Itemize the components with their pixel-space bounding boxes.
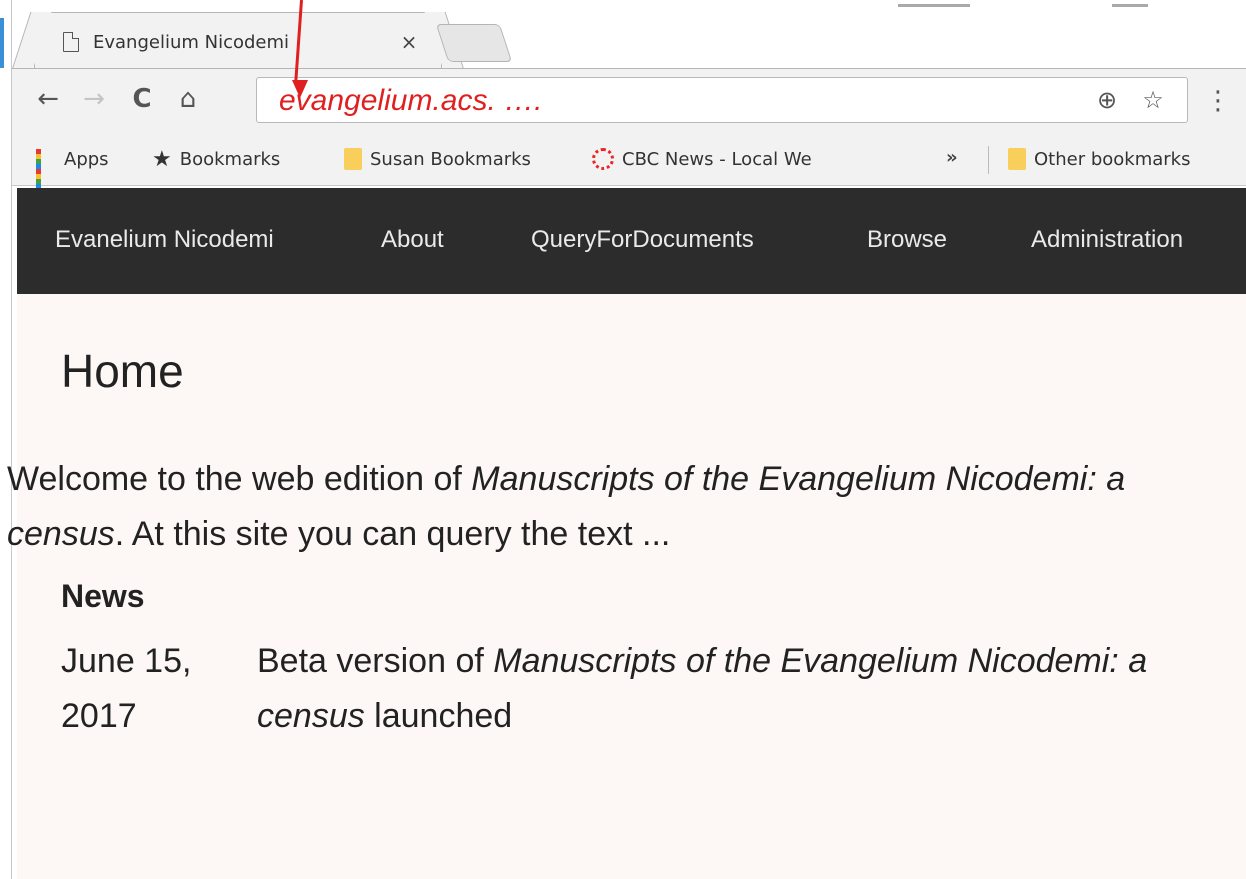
- bookmark-cbc-news[interactable]: CBC News - Local We: [592, 144, 878, 174]
- welcome-prefix: Welcome to the web edition of: [7, 460, 472, 498]
- welcome-text: Welcome to the web edition of Manuscript…: [7, 452, 1243, 562]
- bookmark-label: Susan Bookmarks: [370, 148, 531, 170]
- nav-administration[interactable]: Administration: [1031, 226, 1183, 254]
- window-control-divider: [898, 4, 970, 7]
- apps-grid-icon: [36, 149, 56, 194]
- bookmark-susan[interactable]: Susan Bookmarks: [344, 144, 531, 174]
- bookmark-apps[interactable]: Apps: [36, 144, 109, 194]
- news-text-prefix: Beta version of: [257, 642, 494, 680]
- address-url: evangelium.acs. ….: [279, 84, 543, 117]
- news-text: Beta version of Manuscripts of the Evang…: [257, 634, 1217, 744]
- nav-about[interactable]: About: [381, 226, 444, 254]
- nav-brand[interactable]: Evanelium Nicodemi: [55, 226, 274, 254]
- nav-query-for-documents[interactable]: QueryForDocuments: [531, 226, 754, 254]
- page-icon: [63, 32, 79, 52]
- browser-tab[interactable]: Evangelium Nicodemi ×: [34, 12, 442, 70]
- bookmark-star-icon[interactable]: ☆: [1137, 84, 1169, 116]
- bookmarks-bar: Apps ★ Bookmarks Susan Bookmarks CBC New…: [12, 134, 1246, 194]
- window-control-divider: [1112, 4, 1148, 7]
- window-accent: [0, 18, 4, 68]
- address-bar[interactable]: evangelium.acs. …. ⊕ ☆: [256, 77, 1188, 123]
- folder-icon: [1008, 148, 1026, 170]
- page-title: Home: [61, 345, 184, 397]
- news-text-suffix: launched: [364, 697, 513, 735]
- site-navbar: Evanelium Nicodemi About QueryForDocumen…: [17, 188, 1246, 294]
- nav-browse[interactable]: Browse: [867, 226, 947, 254]
- news-date: June 15, 2017: [61, 642, 192, 735]
- news-heading: News: [61, 578, 145, 614]
- bookmark-label: Bookmarks: [179, 148, 281, 170]
- welcome-suffix: . At this site you can query the text ..…: [114, 515, 671, 553]
- bookmark-label: CBC News - Local We: [622, 148, 812, 170]
- annotation-arrow-head: [292, 80, 308, 98]
- bookmark-label: Other bookmarks: [1034, 148, 1191, 170]
- browser-toolbar: ← → C ⌂ evangelium.acs. …. ⊕ ☆ ⋮: [12, 68, 1246, 134]
- home-icon[interactable]: ⌂: [170, 81, 206, 117]
- zoom-icon[interactable]: ⊕: [1091, 84, 1123, 116]
- tab-strip: Evangelium Nicodemi ×: [12, 0, 1246, 70]
- bookmarks-overflow-icon[interactable]: »: [946, 147, 958, 168]
- bookmarks-divider: [988, 146, 989, 174]
- forward-arrow-icon[interactable]: →: [76, 81, 112, 117]
- back-arrow-icon[interactable]: ←: [30, 81, 66, 117]
- reload-icon[interactable]: C: [124, 81, 160, 117]
- bookmark-bookmarks[interactable]: ★ Bookmarks: [152, 144, 280, 174]
- bookmark-other[interactable]: Other bookmarks: [1008, 144, 1190, 174]
- tab-title: Evangelium Nicodemi: [93, 31, 290, 53]
- page-content: Home Welcome to the web edition of Manus…: [7, 294, 1246, 879]
- new-tab-button[interactable]: [435, 24, 513, 62]
- folder-icon: [344, 148, 362, 170]
- browser-menu-icon[interactable]: ⋮: [1205, 83, 1231, 119]
- star-icon: ★: [152, 146, 172, 172]
- window-edge: [0, 0, 12, 879]
- cbc-icon: [592, 148, 614, 170]
- bookmark-label: Apps: [64, 148, 109, 170]
- tab-close-icon[interactable]: ×: [397, 30, 421, 54]
